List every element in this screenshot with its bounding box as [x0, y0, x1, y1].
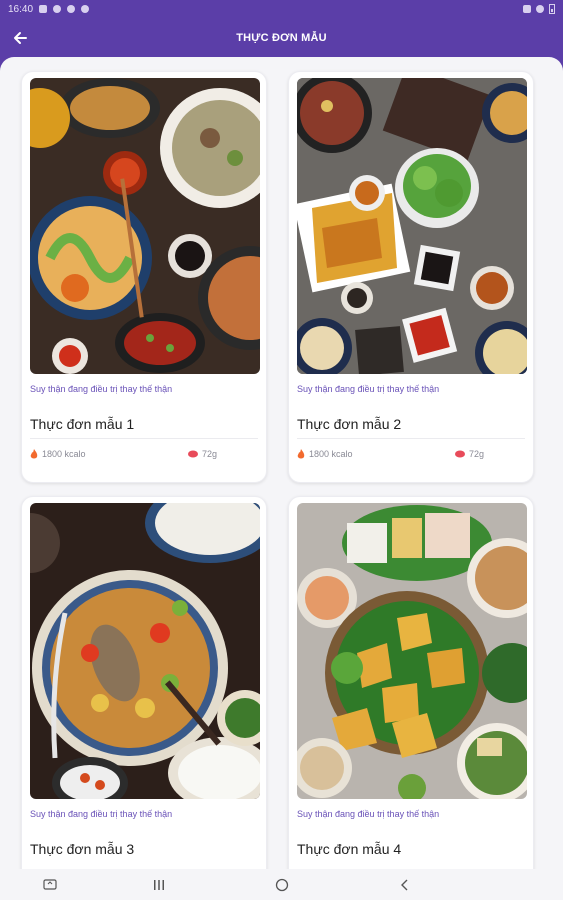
- status-bar: 16:40: [0, 0, 563, 18]
- chevron-left-icon: [401, 879, 408, 891]
- gallery-notification-icon: [39, 5, 48, 13]
- home-icon: [275, 878, 289, 892]
- protein-value: 72g: [202, 449, 218, 459]
- flame-icon: [30, 449, 38, 459]
- card-divider: [297, 438, 525, 439]
- system-back-button[interactable]: [396, 876, 414, 894]
- menu-card-2[interactable]: Suy thận đang điều trị thay thế thận Thự…: [288, 71, 534, 483]
- card-category: Suy thận đang điều trị thay thế thận: [297, 809, 440, 819]
- card-divider: [30, 438, 258, 439]
- more-notifications-icon: [81, 5, 90, 13]
- vietnamese-noodle-spread-photo: [30, 78, 260, 374]
- card-category: Suy thận đang điều trị thay thế thận: [30, 809, 173, 819]
- card-category: Suy thận đang điều trị thay thế thận: [30, 384, 173, 394]
- skype-notification-icon: [67, 5, 76, 13]
- system-nav-bar: [0, 869, 563, 900]
- card-title: Thực đơn mẫu 3: [30, 841, 135, 857]
- status-time: 16:40: [8, 3, 34, 15]
- app-notification-icon: [53, 5, 62, 13]
- app-bar: THỰC ĐƠN MẪU: [0, 18, 563, 58]
- calories-value: 1800 kcalo: [42, 449, 86, 459]
- home-button[interactable]: [273, 876, 291, 894]
- battery-icon: [549, 4, 555, 14]
- wifi-icon: [536, 5, 544, 13]
- card-category: Suy thận đang điều trị thay thế thận: [297, 384, 440, 394]
- card-title: Thực đơn mẫu 2: [297, 416, 402, 432]
- protein-icon: [188, 450, 198, 458]
- protein-value: 72g: [469, 449, 485, 459]
- menu-card-4[interactable]: Suy thận đang điều trị thay thế thận Thự…: [288, 496, 534, 869]
- screenshot-button[interactable]: [41, 876, 59, 894]
- menu-grid: Suy thận đang điều trị thay thế thận Thự…: [0, 57, 563, 869]
- menu-card-3[interactable]: Suy thận đang điều trị thay thế thận Thự…: [21, 496, 267, 869]
- calories-info: 1800 kcalo: [30, 449, 86, 459]
- card-title: Thực đơn mẫu 4: [297, 841, 402, 857]
- banh-xeo-table-photo: [297, 78, 527, 374]
- calories-value: 1800 kcalo: [309, 449, 353, 459]
- protein-info: 72g: [455, 449, 484, 459]
- card-title: Thực đơn mẫu 1: [30, 416, 135, 432]
- screenshot-icon: [43, 879, 57, 890]
- arrow-left-icon: [14, 32, 27, 44]
- protein-icon: [455, 450, 465, 458]
- protein-info: 72g: [188, 449, 217, 459]
- menu-card-1[interactable]: Suy thận đang điều trị thay thế thận Thự…: [21, 71, 267, 483]
- mute-icon: [523, 5, 531, 13]
- calories-info: 1800 kcalo: [297, 449, 353, 459]
- crepe-platter-photo: [297, 503, 527, 799]
- back-button[interactable]: [8, 26, 32, 50]
- flame-icon: [297, 449, 305, 459]
- fish-soup-rice-photo: [30, 503, 260, 799]
- recent-apps-button[interactable]: [150, 876, 168, 894]
- recents-icon: [154, 880, 164, 890]
- page-title: THỰC ĐƠN MẪU: [236, 32, 327, 44]
